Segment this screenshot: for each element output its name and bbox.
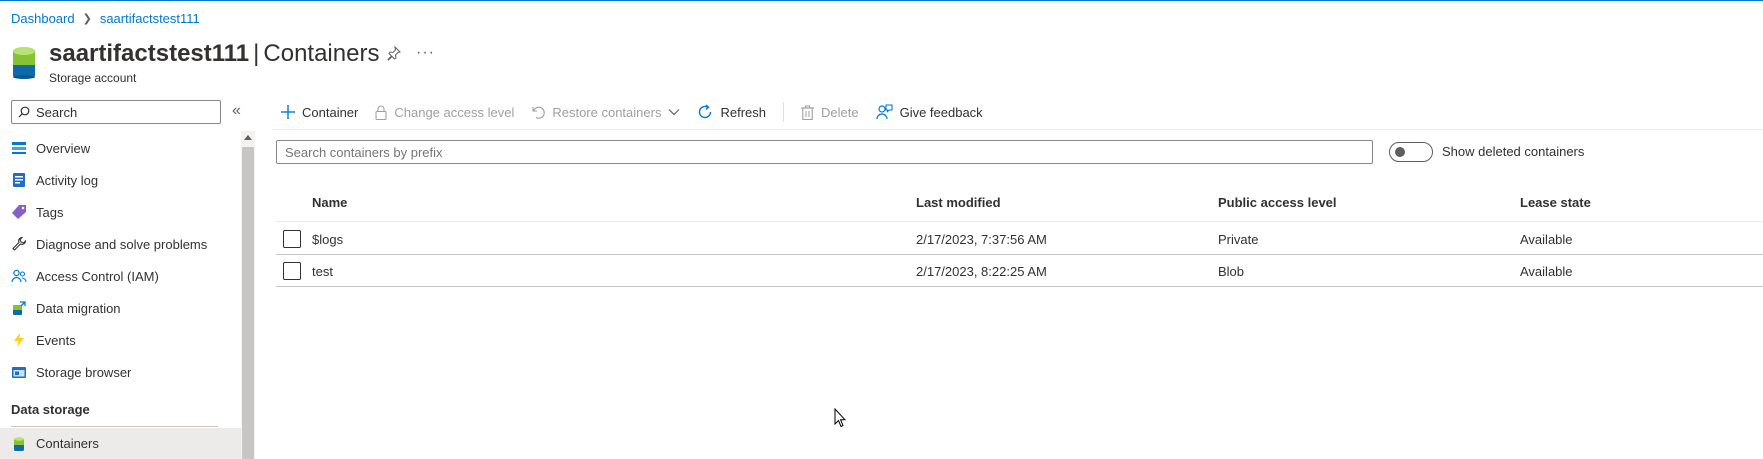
sidebar-item-tags[interactable]: Tags bbox=[0, 196, 241, 228]
sidebar-section-data-storage: Data storage bbox=[11, 402, 90, 417]
container-prefix-search-input[interactable] bbox=[276, 140, 1373, 164]
sidebar-item-label: Diagnose and solve problems bbox=[36, 236, 208, 252]
container-name[interactable]: test bbox=[312, 264, 333, 279]
column-header-public-access[interactable]: Public access level bbox=[1218, 195, 1337, 210]
sidebar-item-label: Containers bbox=[36, 436, 99, 451]
undo-icon bbox=[532, 106, 546, 119]
toggle-knob bbox=[1395, 147, 1405, 157]
sidebar-divider bbox=[11, 426, 218, 427]
people-icon bbox=[11, 268, 27, 284]
activity-log-icon bbox=[11, 172, 27, 188]
lease-state-cell: Available bbox=[1520, 232, 1573, 247]
sidebar-item-overview[interactable]: Overview bbox=[0, 132, 241, 164]
title-divider: | bbox=[253, 40, 260, 67]
restore-containers-button[interactable]: Restore containers bbox=[531, 105, 680, 120]
access-level-cell: Blob bbox=[1218, 264, 1245, 279]
sidebar-item-label: Storage browser bbox=[36, 364, 132, 380]
breadcrumb-storage-account[interactable]: saartifactstest111 bbox=[100, 11, 200, 26]
mouse-cursor-icon bbox=[834, 408, 846, 428]
last-modified-cell: 2/17/2023, 7:37:56 AM bbox=[916, 232, 1047, 247]
toolbar-divider bbox=[783, 102, 784, 122]
column-header-name[interactable]: Name bbox=[312, 195, 347, 210]
column-header-last-modified[interactable]: Last modified bbox=[916, 195, 1001, 210]
wrench-icon bbox=[11, 236, 27, 252]
sidebar-item-storage-browser[interactable]: Storage browser bbox=[0, 356, 241, 388]
sidebar-scrollbar[interactable] bbox=[241, 131, 255, 459]
command-bar: Container Change access level Restore co… bbox=[281, 100, 1000, 124]
sidebar-item-activity-log[interactable]: Activity log bbox=[0, 164, 241, 196]
delete-label: Delete bbox=[821, 104, 859, 120]
access-level-cell: Private bbox=[1218, 232, 1259, 247]
sidebar-item-label: Activity log bbox=[36, 172, 99, 188]
sidebar-item-events[interactable]: Events bbox=[0, 324, 241, 356]
delete-button[interactable]: Delete bbox=[801, 105, 859, 120]
page-title: saartifactstest111 | Containers bbox=[49, 40, 379, 68]
chevron-down-icon bbox=[669, 109, 680, 116]
sidebar-search-placeholder: Search bbox=[36, 104, 78, 120]
page-header: saartifactstest111 | Containers Storage ac… bbox=[12, 40, 379, 85]
toolbar-separator bbox=[273, 129, 1763, 130]
storage-account-icon bbox=[13, 47, 35, 79]
data-migration-icon bbox=[11, 300, 27, 316]
search-icon bbox=[18, 106, 30, 118]
show-deleted-containers-label: Show deleted containers bbox=[1442, 144, 1585, 159]
sidebar-item-iam[interactable]: Access Control (IAM) bbox=[0, 260, 241, 292]
change-access-level-label: Change access level bbox=[394, 104, 515, 120]
restore-containers-label: Restore containers bbox=[552, 104, 662, 120]
resource-name: saartifactstest111 bbox=[49, 40, 250, 67]
lock-icon bbox=[375, 105, 387, 120]
add-container-button[interactable]: Container bbox=[281, 105, 358, 120]
trash-icon bbox=[801, 104, 814, 120]
plus-icon bbox=[281, 105, 295, 119]
sidebar-item-label: Access Control (IAM) bbox=[36, 268, 159, 284]
overview-icon bbox=[11, 140, 27, 156]
container-name[interactable]: $logs bbox=[312, 232, 343, 247]
pin-icon[interactable] bbox=[386, 45, 402, 61]
sidebar-item-label: Data migration bbox=[36, 300, 121, 316]
table-row[interactable]: $logs 2/17/2023, 7:37:56 AM Private Avai… bbox=[276, 223, 1763, 255]
row-checkbox[interactable] bbox=[283, 262, 301, 280]
add-container-label: Container bbox=[302, 104, 359, 120]
resource-type: Storage account bbox=[49, 71, 137, 85]
feedback-icon bbox=[875, 104, 893, 120]
ellipsis-icon[interactable]: ··· bbox=[416, 44, 435, 62]
breadcrumb-dashboard[interactable]: Dashboard bbox=[11, 11, 75, 26]
collapse-sidebar-icon[interactable]: « bbox=[232, 102, 241, 120]
table-header: Name Last modified Public access level L… bbox=[276, 195, 1763, 222]
change-access-level-button[interactable]: Change access level bbox=[375, 105, 514, 120]
column-header-lease-state[interactable]: Lease state bbox=[1520, 195, 1591, 210]
sidebar-item-label: Events bbox=[36, 332, 76, 348]
containers-icon bbox=[11, 436, 27, 452]
last-modified-cell: 2/17/2023, 8:22:25 AM bbox=[916, 264, 1047, 279]
tag-icon bbox=[11, 204, 27, 220]
row-checkbox[interactable] bbox=[283, 230, 301, 248]
sidebar-item-diagnose[interactable]: Diagnose and solve problems bbox=[0, 228, 241, 260]
show-deleted-containers-toggle[interactable] bbox=[1389, 142, 1433, 162]
lease-state-cell: Available bbox=[1520, 264, 1573, 279]
top-accent-line bbox=[0, 0, 1763, 1]
sidebar-item-data-migration[interactable]: Data migration bbox=[0, 292, 241, 324]
sidebar-search-input[interactable]: Search bbox=[11, 100, 221, 124]
breadcrumb: Dashboard ❯ saartifactstest111 bbox=[11, 11, 200, 26]
lightning-icon bbox=[11, 332, 27, 348]
refresh-icon bbox=[699, 104, 712, 119]
header-actions: ··· bbox=[386, 44, 435, 62]
sidebar-nav: Overview Activity log Tags Diagnose and … bbox=[0, 132, 241, 388]
storage-browser-icon bbox=[11, 364, 27, 380]
sidebar-item-label: Tags bbox=[36, 204, 64, 220]
give-feedback-label: Give feedback bbox=[899, 104, 983, 120]
page-name: Containers bbox=[263, 40, 380, 67]
refresh-label: Refresh bbox=[720, 104, 766, 120]
chevron-right-icon: ❯ bbox=[82, 13, 92, 25]
sidebar-item-containers[interactable]: Containers bbox=[0, 428, 241, 459]
sidebar-item-label: Overview bbox=[36, 140, 91, 156]
scroll-up-arrow-icon[interactable] bbox=[244, 135, 252, 140]
refresh-button[interactable]: Refresh bbox=[697, 104, 766, 120]
table-row[interactable]: test 2/17/2023, 8:22:25 AM Blob Availabl… bbox=[276, 255, 1763, 287]
give-feedback-button[interactable]: Give feedback bbox=[875, 104, 983, 120]
scrollbar-thumb[interactable] bbox=[242, 147, 254, 459]
